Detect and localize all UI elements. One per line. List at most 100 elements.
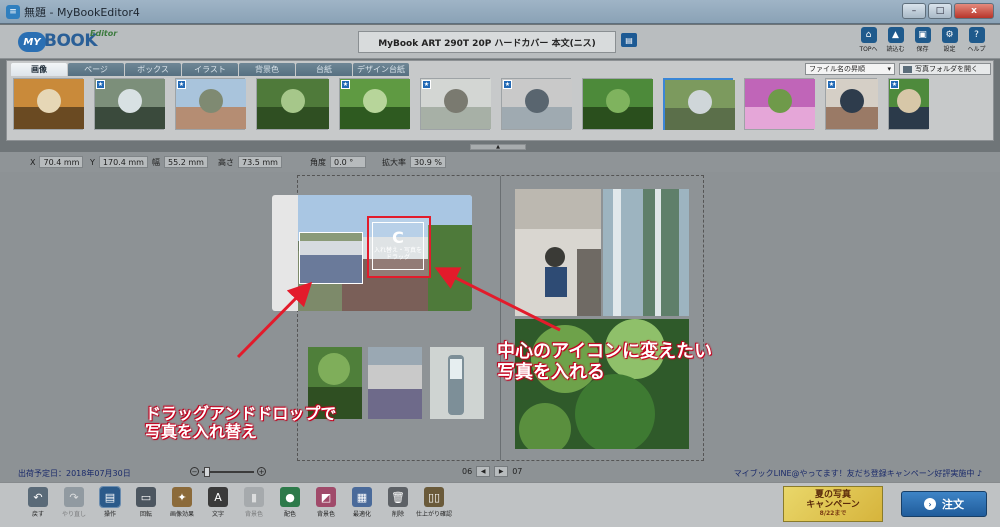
photo-frame[interactable] bbox=[515, 319, 689, 449]
photo-thumbnail[interactable]: ★ bbox=[420, 78, 491, 130]
campaign-link[interactable]: マイブックLINE@やってます！友だち登録キャンペーン好評実施中 ♪ bbox=[734, 468, 982, 479]
tab-3[interactable]: イラスト bbox=[182, 63, 238, 76]
summer-campaign-banner[interactable]: 夏の写真 キャンペーン 8/22まで bbox=[783, 486, 883, 522]
logo-my: MY bbox=[18, 32, 46, 52]
prop-value-field[interactable]: 170.4 mm bbox=[98, 156, 148, 168]
tool-optimize[interactable]: ▦ 最適化 bbox=[344, 487, 380, 518]
close-button[interactable]: x bbox=[954, 3, 994, 19]
annotation-center-icon: 中心のアイコンに変えたい 写真を入れる bbox=[497, 341, 712, 383]
top-actions: ⌂ TOPへ ▲ 読込む ▣ 保存 ⚙ 設定? ヘルプ bbox=[857, 27, 988, 53]
zoom-out-icon[interactable]: − bbox=[190, 467, 199, 476]
photo-frame[interactable] bbox=[368, 347, 422, 419]
open-folder-button[interactable]: 写真フォルダを開く bbox=[899, 63, 991, 75]
zoom-control: − + bbox=[190, 466, 266, 477]
photo-frame[interactable] bbox=[515, 189, 601, 316]
open-folder-label: 写真フォルダを開く bbox=[915, 65, 978, 73]
app-icon: ≡ bbox=[6, 4, 20, 19]
top-action-label: 保存 bbox=[916, 46, 929, 53]
photo-frame[interactable] bbox=[299, 232, 363, 284]
zoom-slider-knob[interactable] bbox=[204, 466, 210, 477]
photo-thumbnail[interactable] bbox=[13, 78, 84, 130]
tab-1[interactable]: ページ bbox=[68, 63, 124, 76]
app-header: MY BOOK Editor MyBook ART 290T 20P ハードカバ… bbox=[0, 25, 1000, 59]
favorite-star-icon: ★ bbox=[177, 80, 186, 89]
photo-thumbnail[interactable] bbox=[663, 78, 735, 130]
photo-frame[interactable] bbox=[430, 347, 484, 419]
photo-frame[interactable] bbox=[603, 189, 689, 316]
photo-panel: 画像 ページ ボックス イラスト 背景色 台紙 デザイン台紙 ファイル名の昇順 ▾ 写真フォ… bbox=[6, 60, 994, 141]
photo-thumbnail[interactable] bbox=[256, 78, 329, 130]
tool-color-scheme[interactable]: ● 配色 bbox=[272, 487, 308, 518]
tab-2[interactable]: ボックス bbox=[125, 63, 181, 76]
panel-collapse-handle[interactable]: ▲ bbox=[470, 144, 526, 150]
top-action-gear[interactable]: ⚙ 設定 bbox=[938, 27, 961, 53]
minimize-button[interactable]: – bbox=[902, 3, 926, 19]
prop-0: X 70.4 mm bbox=[30, 156, 84, 168]
next-page-button[interactable]: ▶ bbox=[494, 466, 509, 477]
photo-thumbnail[interactable]: ★ bbox=[94, 78, 165, 130]
tab-6[interactable]: デザイン台紙 bbox=[353, 63, 409, 76]
tool-label: 最適化 bbox=[352, 511, 371, 518]
maximize-button[interactable]: □ bbox=[928, 3, 952, 19]
folder-icon bbox=[903, 65, 912, 73]
product-name-field[interactable]: MyBook ART 290T 20P ハードカバー 本文(ニス) bbox=[358, 31, 616, 53]
tool-rotate[interactable]: ▭ 回転 bbox=[128, 487, 164, 518]
order-button[interactable]: › 注文 bbox=[901, 491, 987, 517]
photo-thumbnail[interactable]: ★ bbox=[501, 78, 572, 130]
photo-thumbnail[interactable]: ★ bbox=[339, 78, 410, 130]
tab-4[interactable]: 背景色 bbox=[239, 63, 295, 76]
status-row: 出荷予定日：2018年07月30日 − + 06 ◀ ▶ 07 マイブックLIN… bbox=[0, 462, 1000, 482]
prop-value-field[interactable]: 30.9 % bbox=[410, 156, 446, 168]
prop-value-field[interactable]: 70.4 mm bbox=[39, 156, 84, 168]
rotate-icon: ▭ bbox=[136, 487, 156, 507]
preview-book-icon: ▯▯ bbox=[424, 487, 444, 507]
panel-tabs: 画像 ページ ボックス イラスト 背景色 台紙 デザイン台紙 bbox=[11, 63, 409, 76]
tool-text[interactable]: A 文字 bbox=[200, 487, 236, 518]
prev-page-button[interactable]: ◀ bbox=[476, 466, 491, 477]
tool-label: 仕上がり確認 bbox=[416, 511, 453, 518]
swap-text: 入れ替え・写真をドラッグ bbox=[373, 247, 422, 261]
page-right-number: 07 bbox=[512, 467, 523, 476]
color-scheme-icon: ● bbox=[280, 487, 300, 507]
tool-undo[interactable]: ↶ 戻す bbox=[20, 487, 56, 518]
zoom-slider[interactable] bbox=[202, 466, 254, 477]
top-action-help[interactable]: ? ヘルプ bbox=[965, 27, 988, 53]
top-action-save[interactable]: ▣ 保存 bbox=[911, 27, 934, 53]
photo-thumbnail[interactable] bbox=[744, 78, 815, 130]
photo-thumbnail[interactable]: ★ bbox=[825, 78, 878, 130]
mybook-logo: MY BOOK Editor bbox=[18, 29, 117, 55]
photo-thumbnail[interactable]: ★ bbox=[175, 78, 246, 130]
tool-label: 削除 bbox=[391, 511, 404, 518]
photo-thumbnail[interactable] bbox=[582, 78, 653, 130]
window-title: 無題 - MyBookEditor4 bbox=[24, 5, 140, 19]
operate-icon: ▤ bbox=[99, 486, 121, 508]
tool-image-effect[interactable]: ✦ 画像効果 bbox=[164, 487, 200, 518]
sort-select[interactable]: ファイル名の昇順 ▾ bbox=[805, 63, 895, 75]
prop-value-field[interactable]: 0.0 ° bbox=[330, 156, 366, 168]
top-action-load[interactable]: ▲ 読込む bbox=[884, 27, 907, 53]
thumbnail-strip: ★ ★ ★ ★ ★ ★ ★ bbox=[13, 78, 993, 132]
tool-preview-book[interactable]: ▯▯ 仕上がり確認 bbox=[416, 487, 452, 518]
prop-value-field[interactable]: 73.5 mm bbox=[238, 156, 282, 168]
top-action-label: TOPへ bbox=[859, 46, 878, 53]
photo-thumbnail[interactable]: ★ bbox=[888, 78, 929, 130]
annotation-line: ドラッグアンドドロップで bbox=[145, 404, 337, 423]
prop-label: 幅 bbox=[152, 157, 160, 167]
tool-label: 操作 bbox=[103, 511, 116, 518]
bgcolor-disabled-icon: ▮ bbox=[244, 487, 264, 507]
top-action-home[interactable]: ⌂ TOPへ bbox=[857, 27, 880, 53]
zoom-in-icon[interactable]: + bbox=[257, 467, 266, 476]
title-bar: ≡ 無題 - MyBookEditor4 – □ x bbox=[0, 0, 1000, 24]
tab-0[interactable]: 画像 bbox=[11, 63, 67, 76]
prop-value-field[interactable]: 55.2 mm bbox=[164, 156, 208, 168]
book-info-icon[interactable]: ▤ bbox=[621, 33, 637, 47]
tool-redo: ↷ やり直し bbox=[56, 487, 92, 518]
tool-trash[interactable]: 🗑 削除 bbox=[380, 487, 416, 518]
tab-5[interactable]: 台紙 bbox=[296, 63, 352, 76]
gear-icon: ⚙ bbox=[941, 27, 958, 43]
load-icon: ▲ bbox=[887, 27, 904, 43]
tool-background-color[interactable]: ◩ 背景色 bbox=[308, 487, 344, 518]
optimize-icon: ▦ bbox=[352, 487, 372, 507]
tool-operate[interactable]: ▤ 操作 bbox=[92, 486, 128, 518]
swap-photo-icon[interactable]: C 入れ替え・写真をドラッグ bbox=[372, 222, 424, 270]
